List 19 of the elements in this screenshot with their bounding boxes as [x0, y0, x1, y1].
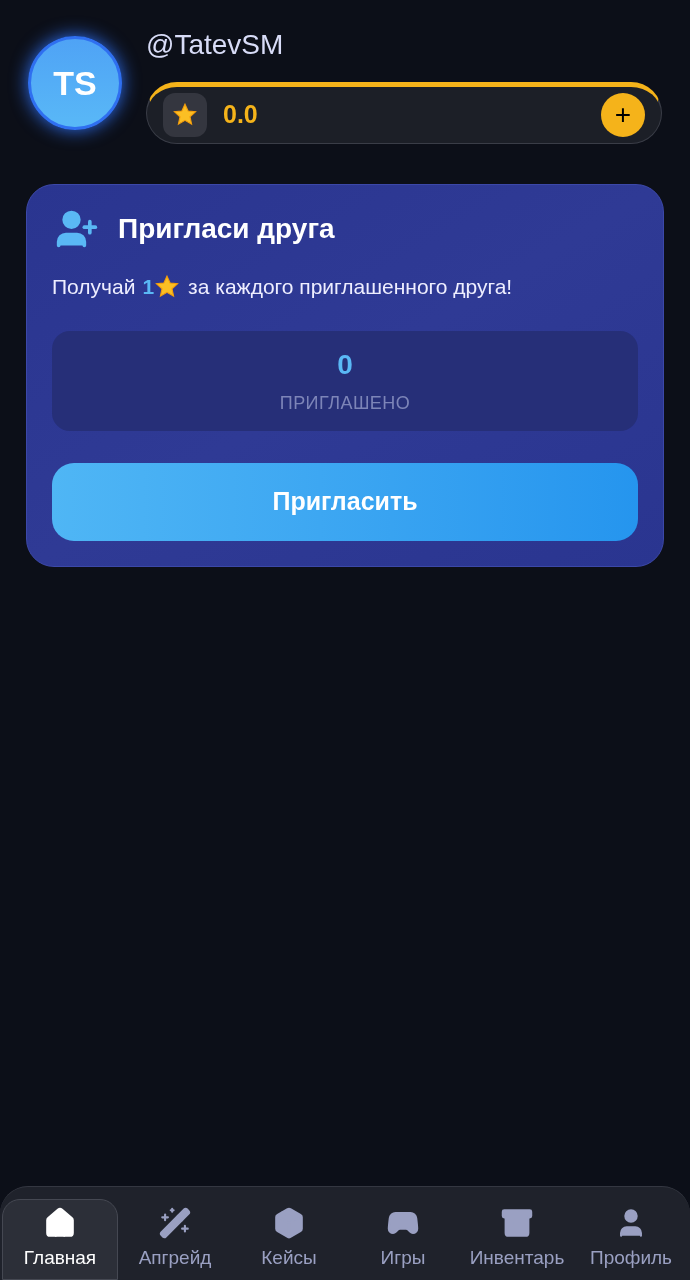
invited-label: ПРИГЛАШЕНО — [279, 392, 411, 415]
invited-count: 0 — [337, 348, 353, 382]
reward-text: Получай — [52, 274, 136, 300]
reward-text: за каждого приглашенного друга! — [188, 274, 513, 300]
balance-value: 0.0 — [223, 99, 259, 131]
nav-tab[interactable]: Апгрейд — [118, 1199, 232, 1280]
nav-tab[interactable]: Профиль — [574, 1199, 688, 1280]
card-title: Пригласи друга — [118, 212, 335, 246]
star-icon — [172, 102, 198, 128]
star-icon — [154, 273, 181, 300]
nav-tab[interactable]: Игры — [346, 1199, 460, 1280]
reward-amount: 1 — [142, 274, 155, 300]
add-button[interactable]: + — [601, 93, 645, 137]
magic-wand-icon — [158, 1206, 192, 1241]
nav-tab[interactable]: Кейсы — [232, 1199, 346, 1280]
nav-tab[interactable]: Инвентарь — [460, 1199, 574, 1280]
nav-tab[interactable]: Главная — [2, 1199, 118, 1280]
username: @TatevSM — [146, 28, 285, 62]
box-icon — [272, 1206, 306, 1241]
